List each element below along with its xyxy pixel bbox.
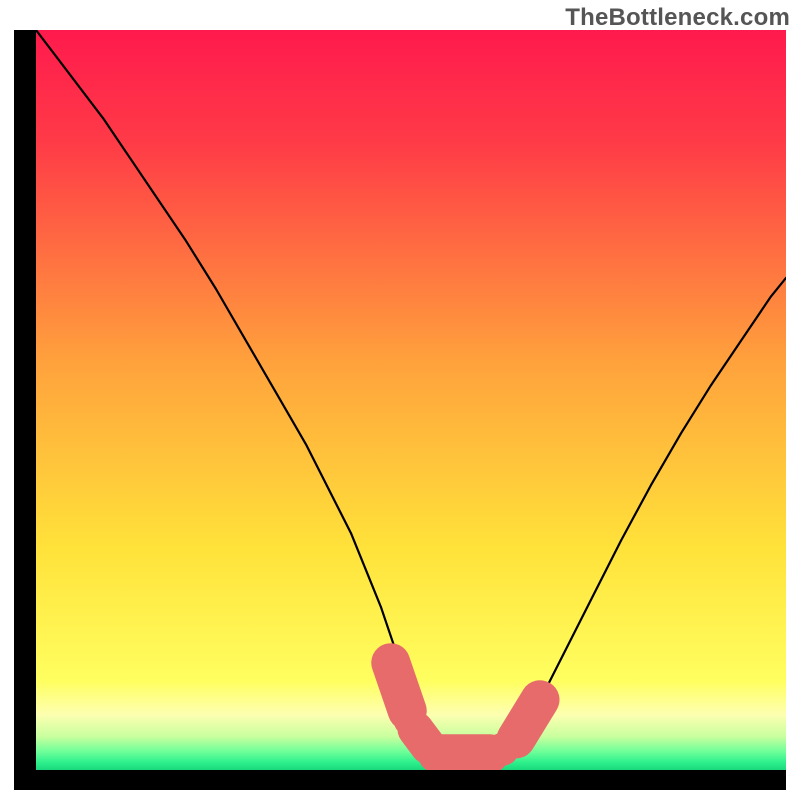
plot-area (36, 30, 786, 770)
plot-svg (36, 30, 786, 770)
marker-dot (486, 733, 519, 766)
plot-frame (14, 30, 786, 790)
page-root: TheBottleneck.com (0, 0, 800, 800)
watermark-text: TheBottleneck.com (565, 4, 790, 32)
marker-dot (394, 705, 426, 737)
marker-capsule (391, 663, 408, 711)
background-rect (36, 30, 786, 770)
marker-capsule (516, 700, 540, 739)
